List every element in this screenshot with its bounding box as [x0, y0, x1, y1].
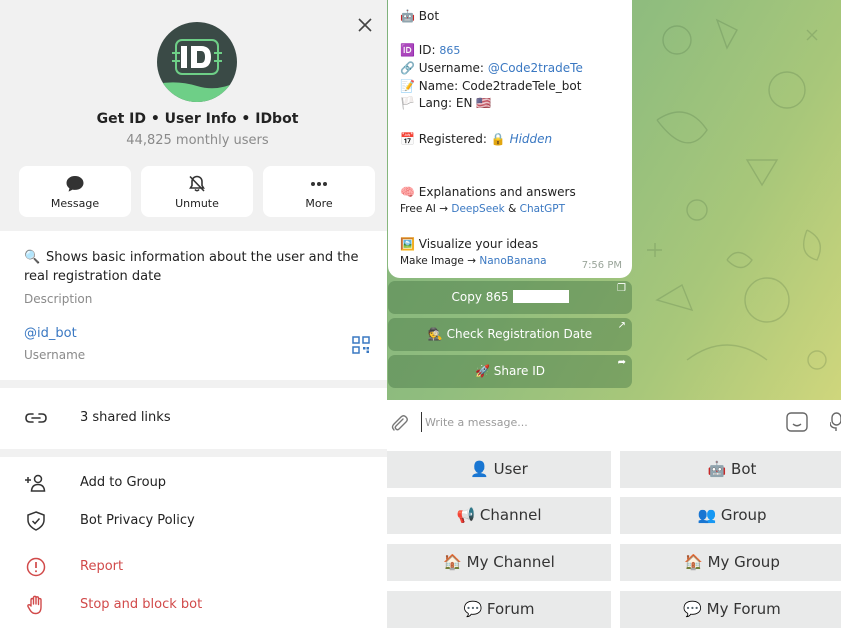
shared-links-item[interactable]: 3 shared links: [0, 400, 387, 436]
explain-prefix: Free AI →: [400, 203, 449, 215]
chat-bubble-icon: [66, 176, 84, 192]
id-label: 🆔 ID:: [400, 43, 436, 57]
message-time: 7:56 PM: [581, 260, 622, 271]
keyboard-my-channel-button[interactable]: 🏠 My Channel: [387, 544, 611, 581]
id-logo-icon: [157, 22, 237, 102]
chat-background: 🤖 Bot 🆔 ID: 865 🔗 Username: @Code2tradeT…: [387, 0, 841, 400]
close-icon: [358, 18, 372, 32]
registered-line: 📅 Registered: 🔒 Hidden: [400, 132, 552, 146]
report-item[interactable]: Report: [0, 549, 387, 585]
external-link-icon: ↗: [617, 320, 626, 331]
keyboard-forum-button[interactable]: 💬 Forum: [387, 591, 611, 628]
avatar[interactable]: [157, 22, 237, 102]
bot-info-section: 🔍 Shows basic information about the user…: [0, 231, 387, 380]
microphone-icon[interactable]: [830, 412, 841, 432]
section-divider: [0, 380, 387, 388]
shield-check-icon: [27, 511, 45, 531]
id-line: 🆔 ID: 865: [400, 43, 460, 57]
bot-info-panel: Get ID • User Info • IDbot 44,825 monthl…: [0, 0, 387, 635]
stop-block-item[interactable]: Stop and block bot: [0, 587, 387, 623]
add-user-icon: [25, 474, 46, 492]
check-registration-button[interactable]: 🕵️ Check Registration Date ↗: [388, 318, 632, 351]
description-label: Description: [24, 292, 93, 306]
unmute-button-label: Unmute: [175, 197, 219, 210]
keyboard-my-group-button[interactable]: 🏠 My Group: [620, 544, 841, 581]
message-header: 🤖 Bot: [400, 9, 440, 23]
privacy-policy-label: Bot Privacy Policy: [80, 513, 195, 528]
link-icon: [25, 413, 47, 423]
lang-line: 🏳️ Lang: EN 🇺🇸: [400, 96, 491, 110]
stop-block-label: Stop and block bot: [80, 597, 203, 612]
keyboard-group-button[interactable]: 👥 Group: [620, 497, 841, 534]
bot-name: Get ID • User Info • IDbot: [96, 111, 299, 127]
copy-id-button[interactable]: Copy 865 ❐: [388, 281, 632, 314]
visualize-title: 🖼️ Visualize your ideas: [400, 237, 539, 251]
section-divider: [0, 449, 387, 457]
share-id-button[interactable]: 🚀 Share ID ➦: [388, 355, 632, 388]
explain-title: 🧠 Explanations and answers: [400, 185, 576, 199]
copy-icon: ❐: [617, 283, 626, 294]
shared-links-label: 3 shared links: [80, 410, 171, 425]
copy-id-label: Copy 865: [451, 290, 509, 304]
keyboard-bot-button[interactable]: 🤖 Bot: [620, 451, 841, 488]
visualize-prefix: Make Image →: [400, 255, 477, 267]
qr-code-button[interactable]: [352, 336, 370, 354]
keyboard-my-forum-button[interactable]: 💬 My Forum: [620, 591, 841, 628]
lock-icon: 🔒: [490, 132, 506, 146]
monthly-users: 44,825 monthly users: [126, 133, 269, 148]
add-to-group-label: Add to Group: [80, 475, 167, 490]
lang-label: 🏳️ Lang:: [400, 96, 453, 110]
registered-label: 📅 Registered:: [400, 132, 487, 146]
sticker-emoji-icon[interactable]: [786, 412, 808, 432]
name-value: Code2tradeTele_bot: [462, 79, 582, 93]
username-line: 🔗 Username: @Code2tradeTe: [400, 61, 583, 75]
share-arrow-icon: ➦: [617, 357, 626, 368]
lang-value: EN 🇺🇸: [455, 96, 492, 110]
bell-muted-icon: [189, 175, 205, 192]
message-input[interactable]: [421, 412, 781, 432]
chatgpt-link[interactable]: ChatGPT: [520, 203, 565, 215]
share-id-label: 🚀 Share ID: [475, 364, 545, 378]
chat-panel: 🤖 Bot 🆔 ID: 865 🔗 Username: @Code2tradeT…: [387, 0, 841, 635]
id-value[interactable]: 865: [439, 44, 460, 57]
check-registration-label: 🕵️ Check Registration Date: [427, 327, 593, 341]
keyboard-channel-button[interactable]: 📢 Channel: [387, 497, 611, 534]
username-label: Username: [24, 348, 86, 362]
close-button[interactable]: [352, 12, 378, 38]
deepseek-link[interactable]: DeepSeek: [451, 203, 504, 215]
redaction-box: [512, 290, 569, 303]
explain-amp: &: [508, 203, 517, 215]
alert-circle-icon: [26, 557, 46, 577]
name-line: 📝 Name: Code2tradeTele_bot: [400, 79, 581, 93]
explain-line: Free AI → DeepSeek & ChatGPT: [400, 203, 565, 215]
bot-username[interactable]: @id_bot: [24, 326, 77, 341]
registered-value: Hidden: [509, 132, 553, 146]
more-dots-icon: [311, 182, 327, 186]
privacy-policy-item[interactable]: Bot Privacy Policy: [0, 503, 387, 539]
message-button[interactable]: Message: [19, 166, 131, 217]
unmute-button[interactable]: Unmute: [141, 166, 253, 217]
add-to-group-item[interactable]: Add to Group: [0, 465, 387, 501]
hand-stop-icon: [27, 595, 42, 615]
visualize-line: Make Image → NanoBanana: [400, 255, 547, 267]
keyboard-user-button[interactable]: 👤 User: [387, 451, 611, 488]
bot-message: 🤖 Bot 🆔 ID: 865 🔗 Username: @Code2tradeT…: [388, 0, 632, 278]
paperclip-icon[interactable]: [389, 413, 409, 433]
more-button[interactable]: More: [263, 166, 375, 217]
nanobanana-link[interactable]: NanoBanana: [479, 255, 546, 267]
report-label: Report: [80, 559, 124, 574]
username-value[interactable]: @Code2tradeTe: [488, 61, 583, 75]
message-button-label: Message: [50, 197, 100, 210]
qr-code-icon: [352, 336, 370, 354]
message-composer: [387, 400, 841, 444]
more-button-label: More: [305, 197, 333, 210]
telegram-window: Get ID • User Info • IDbot 44,825 monthl…: [0, 0, 841, 635]
profile-header: Get ID • User Info • IDbot 44,825 monthl…: [0, 0, 387, 231]
name-label: 📝 Name:: [400, 79, 459, 93]
username-line-label: 🔗 Username:: [400, 61, 484, 75]
bot-description: Shows basic information about the user a…: [24, 250, 359, 284]
